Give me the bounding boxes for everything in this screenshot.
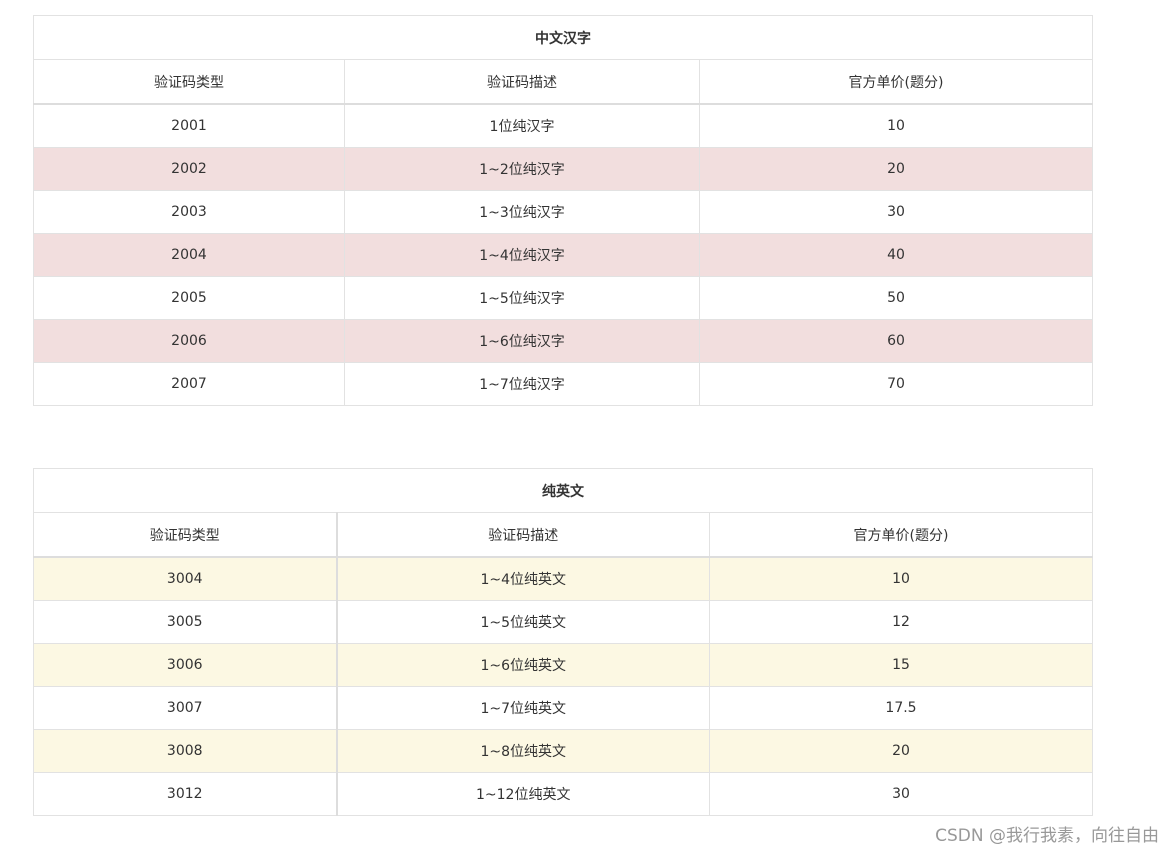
column-header-price: 官方单价(题分)	[699, 59, 1093, 105]
cell-description: 1~5位纯汉字	[344, 276, 700, 320]
cell-type: 3004	[33, 556, 338, 601]
table-row: 2001 1位纯汉字 10	[33, 103, 1093, 148]
column-header-description: 验证码描述	[336, 512, 710, 558]
cell-description: 1~4位纯汉字	[344, 233, 700, 277]
cell-description: 1~7位纯汉字	[344, 362, 700, 406]
column-header-price: 官方单价(题分)	[708, 512, 1094, 558]
cell-type: 2004	[33, 233, 345, 277]
cell-price: 10	[708, 556, 1094, 601]
cell-description: 1~3位纯汉字	[344, 190, 700, 234]
cell-description: 1位纯汉字	[344, 103, 700, 148]
cell-price: 10	[699, 103, 1093, 148]
cell-type: 2005	[33, 276, 345, 320]
cell-type: 3012	[33, 772, 338, 816]
cell-type: 2001	[33, 103, 345, 148]
table-row: 3012 1~12位纯英文 30	[33, 772, 1094, 816]
table-row: 2005 1~5位纯汉字 50	[33, 276, 1093, 320]
table-row: 2007 1~7位纯汉字 70	[33, 362, 1093, 406]
header-row: 验证码类型 验证码描述 官方单价(题分)	[33, 512, 1094, 558]
cell-price: 30	[699, 190, 1093, 234]
cell-price: 17.5	[708, 686, 1094, 730]
column-header-description: 验证码描述	[344, 59, 700, 105]
table-row: 2006 1~6位纯汉字 60	[33, 319, 1093, 363]
cell-price: 12	[708, 600, 1094, 644]
cell-price: 15	[708, 643, 1094, 687]
cell-type: 2003	[33, 190, 345, 234]
csdn-watermark: CSDN @我行我素，向往自由	[935, 826, 1159, 846]
table-row: 3008 1~8位纯英文 20	[33, 729, 1094, 773]
cell-price: 20	[699, 147, 1093, 191]
page: 中文汉字 验证码类型 验证码描述 官方单价(题分) 2001 1位纯汉字 10 …	[0, 0, 1173, 851]
cell-description: 1~12位纯英文	[336, 772, 710, 816]
cell-type: 2002	[33, 147, 345, 191]
cell-type: 2006	[33, 319, 345, 363]
cell-price: 20	[708, 729, 1094, 773]
english-price-table: 纯英文 验证码类型 验证码描述 官方单价(题分) 3004 1~4位纯英文 10…	[32, 468, 1094, 816]
column-header-type: 验证码类型	[33, 59, 345, 105]
cell-description: 1~5位纯英文	[336, 600, 710, 644]
table-row: 3007 1~7位纯英文 17.5	[33, 686, 1094, 730]
cell-description: 1~4位纯英文	[336, 556, 710, 601]
header-row: 验证码类型 验证码描述 官方单价(题分)	[33, 59, 1093, 105]
cell-price: 30	[708, 772, 1094, 816]
cell-price: 40	[699, 233, 1093, 277]
cell-price: 60	[699, 319, 1093, 363]
table-row: 3005 1~5位纯英文 12	[33, 600, 1094, 644]
table-row: 2004 1~4位纯汉字 40	[33, 233, 1093, 277]
table-title: 纯英文	[32, 468, 1094, 513]
cell-description: 1~7位纯英文	[336, 686, 710, 730]
cell-type: 2007	[33, 362, 345, 406]
table-row: 2002 1~2位纯汉字 20	[33, 147, 1093, 191]
cell-description: 1~8位纯英文	[336, 729, 710, 773]
cell-price: 50	[699, 276, 1093, 320]
table-row: 3006 1~6位纯英文 15	[33, 643, 1094, 687]
cell-type: 3006	[33, 643, 338, 687]
chinese-price-table: 中文汉字 验证码类型 验证码描述 官方单价(题分) 2001 1位纯汉字 10 …	[33, 15, 1093, 406]
cell-price: 70	[699, 362, 1093, 406]
table-title: 中文汉字	[33, 15, 1093, 60]
table-row: 2003 1~3位纯汉字 30	[33, 190, 1093, 234]
cell-description: 1~6位纯英文	[336, 643, 710, 687]
cell-type: 3007	[33, 686, 338, 730]
column-header-type: 验证码类型	[33, 512, 338, 558]
cell-type: 3005	[33, 600, 338, 644]
cell-description: 1~2位纯汉字	[344, 147, 700, 191]
table-title-row: 中文汉字	[33, 15, 1093, 60]
table-title-row: 纯英文	[32, 468, 1094, 513]
cell-description: 1~6位纯汉字	[344, 319, 700, 363]
table-row: 3004 1~4位纯英文 10	[33, 556, 1094, 601]
cell-type: 3008	[33, 729, 338, 773]
